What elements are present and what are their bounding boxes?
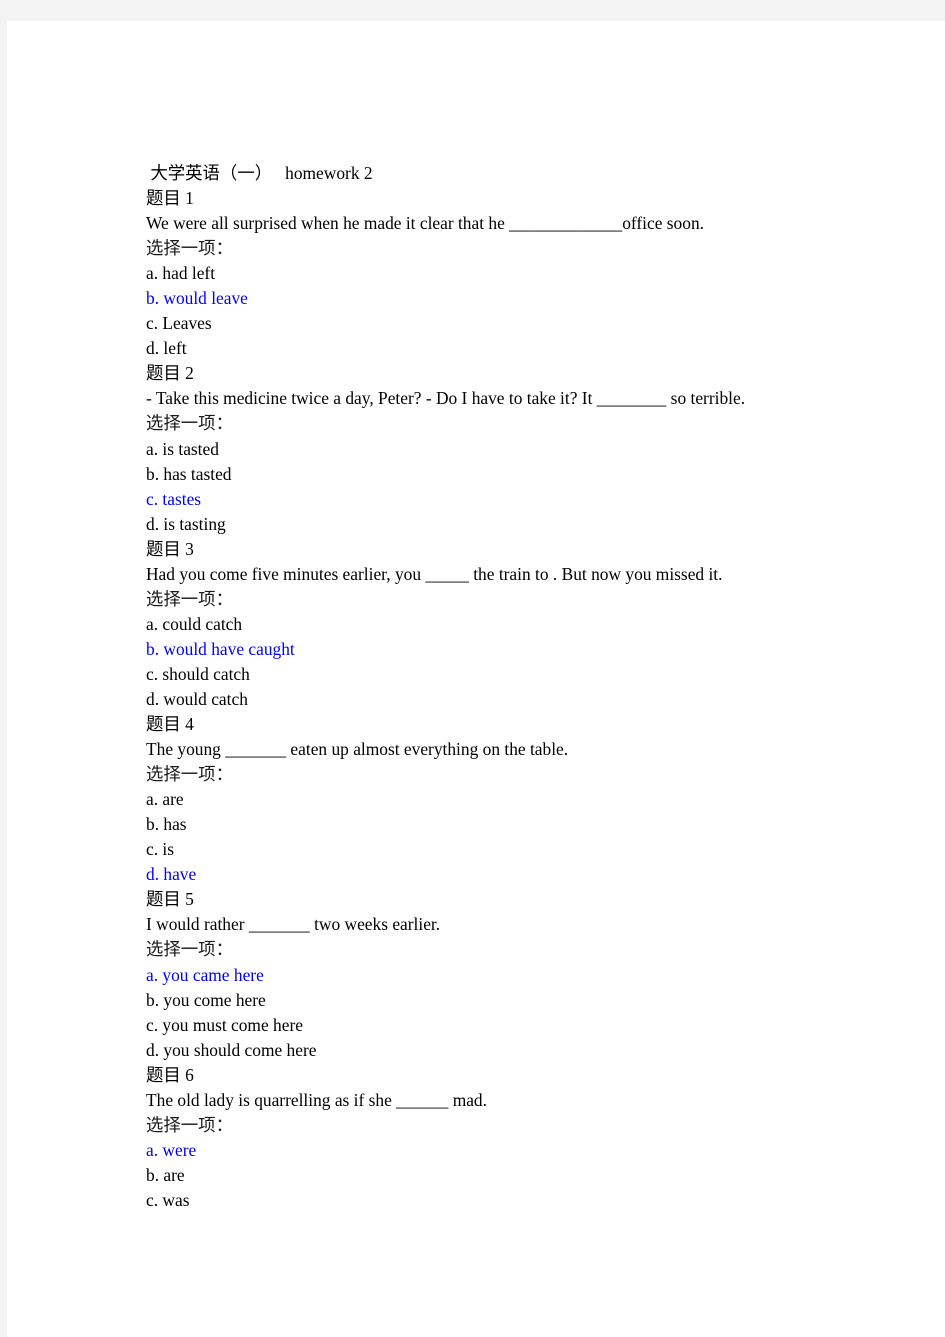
- question-label: 题目 4: [146, 714, 194, 735]
- questions-container: 题目 1 We were all surprised when he made i…: [146, 186, 906, 1213]
- answer-option[interactable]: c. is: [146, 837, 906, 862]
- question-block: 题目 4 The young _______ eaten up almost ev…: [146, 712, 906, 887]
- question-prompt: - Take this medicine twice a day, Peter?…: [146, 388, 746, 409]
- question-block: 题目 2 - Take this medicine twice a day, Pe…: [146, 361, 906, 536]
- top-margin-band: [0, 0, 945, 21]
- answer-option[interactable]: a. were: [146, 1138, 906, 1163]
- select-one-hint: 选择一项：: [146, 939, 233, 960]
- document-page: 大学英语（一） homework 2 题目 1 We were all surpr…: [7, 21, 945, 1337]
- answer-option[interactable]: b. has: [146, 812, 906, 837]
- question-block: 题目 1 We were all surprised when he made i…: [146, 186, 906, 361]
- question-block: 题目 5 I would rather _______ two weeks ear…: [146, 887, 906, 1062]
- question-label: 题目 1: [146, 188, 194, 209]
- question-prompt: I would rather _______ two weeks earlier…: [146, 914, 441, 935]
- answer-option[interactable]: c. should catch: [146, 662, 906, 687]
- question-label: 题目 6: [146, 1064, 194, 1085]
- select-one-hint: 选择一项：: [146, 1114, 233, 1135]
- answer-option[interactable]: c. was: [146, 1188, 906, 1213]
- question-label: 题目 5: [146, 889, 194, 910]
- document-body: 大学英语（一） homework 2 题目 1 We were all surpr…: [146, 161, 906, 1213]
- answer-option[interactable]: d. left: [146, 336, 906, 361]
- answer-option[interactable]: b. would leave: [146, 286, 906, 311]
- answer-option[interactable]: b. has tasted: [146, 462, 906, 487]
- answer-option[interactable]: c. Leaves: [146, 311, 906, 336]
- question-block: 题目 6 The old lady is quarrelling as if sh…: [146, 1063, 906, 1213]
- question-prompt: The young _______ eaten up almost everyt…: [146, 739, 569, 760]
- answer-option[interactable]: a. could catch: [146, 612, 906, 637]
- answer-option[interactable]: b. are: [146, 1163, 906, 1188]
- answer-option[interactable]: c. you must come here: [146, 1013, 906, 1038]
- answer-option[interactable]: d. would catch: [146, 687, 906, 712]
- question-prompt: Had you come five minutes earlier, you _…: [146, 563, 723, 584]
- answer-option[interactable]: b. you come here: [146, 988, 906, 1013]
- document-title: 大学英语（一） homework 2: [146, 163, 373, 183]
- select-one-hint: 选择一项：: [146, 413, 233, 434]
- answer-option[interactable]: d. have: [146, 862, 906, 887]
- answer-option[interactable]: a. are: [146, 787, 906, 812]
- answer-option[interactable]: c. tastes: [146, 487, 906, 512]
- select-one-hint: 选择一项：: [146, 588, 233, 609]
- select-one-hint: 选择一项：: [146, 764, 233, 785]
- question-prompt: The old lady is quarrelling as if she __…: [146, 1089, 487, 1110]
- answer-option[interactable]: b. would have caught: [146, 637, 906, 662]
- answer-option[interactable]: d. you should come here: [146, 1038, 906, 1063]
- question-block: 题目 3 Had you come five minutes earlier, y…: [146, 537, 906, 712]
- question-prompt: We were all surprised when he made it cl…: [146, 213, 704, 234]
- left-margin-gutter: [0, 21, 7, 1337]
- answer-option[interactable]: a. had left: [146, 261, 906, 286]
- answer-option[interactable]: a. you came here: [146, 963, 906, 988]
- answer-option[interactable]: d. is tasting: [146, 512, 906, 537]
- question-label: 题目 3: [146, 538, 194, 559]
- answer-option[interactable]: a. is tasted: [146, 437, 906, 462]
- question-label: 题目 2: [146, 363, 194, 384]
- select-one-hint: 选择一项：: [146, 238, 233, 259]
